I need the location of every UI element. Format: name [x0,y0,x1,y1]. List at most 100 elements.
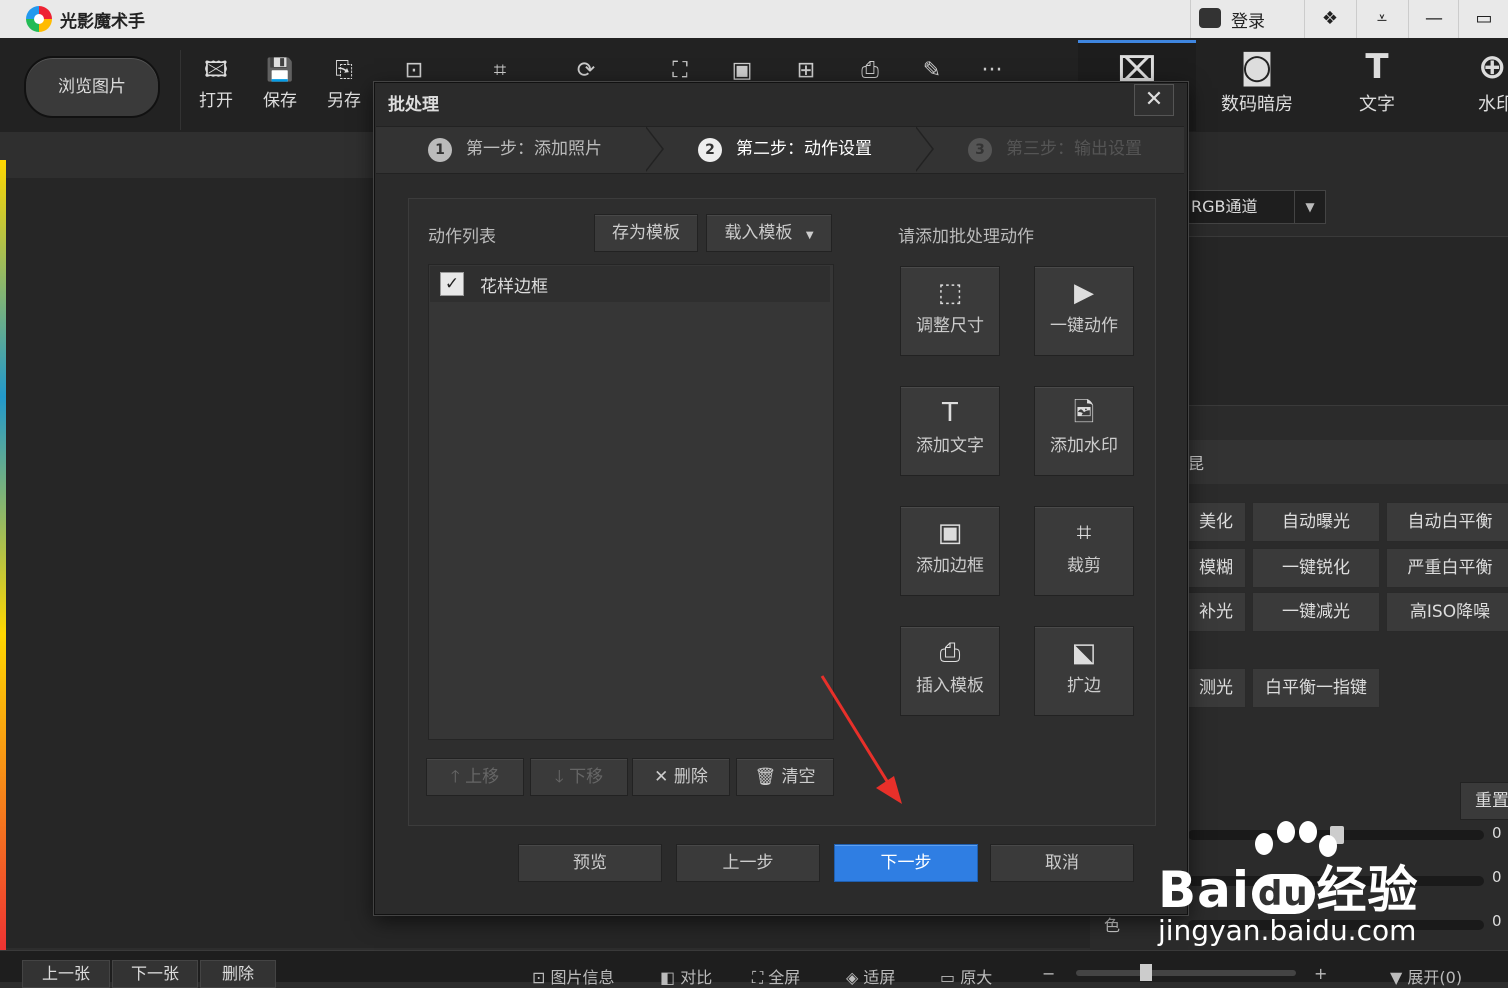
watermark-brand-bai: Bai [1158,861,1250,919]
histogram [1186,236,1508,406]
step-separator-chevron [915,126,934,172]
play-icon: ▶ [1074,278,1094,308]
close-icon[interactable]: ✕ [1134,84,1174,116]
channel-select[interactable]: RGB通道 ▼ [1186,190,1326,224]
step-2-number: 2 [698,138,722,162]
slider-value-3: 0 [1492,912,1502,930]
crop-action-button[interactable]: ⌗ 裁剪 [1034,506,1134,596]
one-click-action-label: 一键动作 [1050,316,1118,336]
sharpen-button[interactable]: 一键锐化 [1252,548,1380,588]
add-border-action-label: 添加边框 [916,556,984,576]
tab-watermark[interactable]: ⊕ 水印 [1438,40,1508,128]
strong-white-balance-button[interactable]: 严重白平衡 [1386,548,1508,588]
skin-icon[interactable]: ❖ [1304,0,1355,38]
move-down-label: 下移 [569,767,604,787]
save-as-button[interactable]: ⎘ 另存 [316,56,372,120]
text-icon: T [1365,47,1389,87]
action-list-label: 动作列表 [428,227,496,247]
step-2: 2 第二步：动作设置 [698,134,872,162]
tab-darkroom[interactable]: ◙ 数码暗房 [1198,40,1316,128]
fit-screen-label: 适屏 [863,968,896,987]
action-checkbox[interactable]: ✓ [440,272,464,296]
cancel-button[interactable]: 取消 [990,844,1134,882]
user-icon [1199,8,1221,28]
beautify-button[interactable]: 美化 [1186,502,1246,542]
login-label: 登录 [1231,12,1265,32]
step-3-label: 第三步：输出设置 [1006,139,1142,159]
desktop-edge [0,160,6,950]
delete-action-button[interactable]: ✕ 删除 [632,758,730,796]
watermark-brand-du: du [1252,873,1315,914]
section-header-text: 昆 [1188,454,1205,473]
expand-label: 展开(0) [1407,968,1463,987]
move-up-button[interactable]: 🡑 上移 [426,758,524,796]
image-info-button[interactable]: ⊡ 图片信息 [532,964,615,988]
delete-image-button[interactable]: 删除 [200,960,276,988]
resize-action-button[interactable]: ⬚ 调整尺寸 [900,266,1000,356]
save-button[interactable]: 💾 保存 [252,56,308,120]
crop-action-label: 裁剪 [1067,556,1101,576]
tab-watermark-label: 水印 [1478,94,1508,115]
browse-images-button[interactable]: 浏览图片 [24,56,160,118]
panel-section-header[interactable]: 昆 [1186,440,1508,484]
move-up-label: 上移 [465,767,500,787]
white-balance-picker-button[interactable]: 白平衡一指键 [1252,668,1380,708]
maximize-icon[interactable]: ▭ [1458,0,1508,38]
save-template-button[interactable]: 存为模板 [594,214,698,252]
next-image-button[interactable]: 下一张 [112,960,198,988]
add-border-action-button[interactable]: ▣ 添加边框 [900,506,1000,596]
open-label: 打开 [199,91,233,111]
watermark-brand: Bai du 经验 [1158,850,1419,922]
expand-edge-action-label: 扩边 [1067,676,1101,696]
save-icon: 💾 [266,58,294,83]
crop-icon: ⌗ [1076,518,1092,548]
zoom-slider[interactable] [1076,970,1296,976]
zoom-slider-handle[interactable] [1140,964,1152,981]
prev-step-button[interactable]: 上一步 [676,844,820,882]
resize-icon: ⬚ [937,278,963,308]
auto-white-balance-button[interactable]: 自动白平衡 [1386,502,1508,542]
add-watermark-action-button[interactable]: 🖻 添加水印 [1034,386,1134,476]
fill-light-button[interactable]: 补光 [1186,592,1246,632]
fullscreen-label: 全屏 [768,968,801,987]
resize-action-label: 调整尺寸 [916,316,984,336]
original-size-label: 原大 [960,968,993,987]
watermark-url: jingyan.baidu.com [1158,914,1417,947]
image-info-label: 图片信息 [550,968,615,987]
expand-edge-action-button[interactable]: ⬕ 扩边 [1034,626,1134,716]
prev-image-button[interactable]: 上一张 [22,960,110,988]
title-bar: 光影魔术手 登录 ❖ ⩡ — ▭ [0,0,1508,39]
next-step-button[interactable]: 下一步 [834,844,978,882]
stamp-icon: ⎙ [939,638,961,668]
channel-value: RGB通道 [1191,197,1258,216]
zoom-out-button[interactable]: − [1042,964,1055,983]
auto-exposure-button[interactable]: 自动曝光 [1252,502,1380,542]
add-text-action-label: 添加文字 [916,436,984,456]
original-size-button[interactable]: ▭ 原大 [940,964,992,988]
minimize-icon[interactable]: — [1408,0,1459,38]
metering-button[interactable]: 测光 [1186,668,1246,708]
open-button[interactable]: 🖾 打开 [188,56,244,120]
one-click-action-button[interactable]: ▶ 一键动作 [1034,266,1134,356]
fit-screen-button[interactable]: ◈ 适屏 [846,964,895,988]
menu-dropdown-icon[interactable]: ⩡ [1356,0,1407,38]
blur-button[interactable]: 模糊 [1186,548,1246,588]
dialog-title: 批处理 [388,95,439,115]
reset-button[interactable]: 重置 [1460,782,1508,820]
add-watermark-action-label: 添加水印 [1050,436,1118,456]
zoom-in-button[interactable]: + [1314,964,1327,983]
high-iso-denoise-button[interactable]: 高ISO降噪 [1386,592,1508,632]
fullscreen-button[interactable]: ⛶ 全屏 [752,964,800,988]
load-template-label: 载入模板 [724,223,793,243]
load-template-button[interactable]: 载入模板 ▼ [706,214,832,252]
watermark-image-icon: 🖻 [1073,398,1095,428]
preview-button[interactable]: 预览 [518,844,662,882]
tab-text[interactable]: T 文字 [1318,40,1436,128]
add-text-action-button[interactable]: T 添加文字 [900,386,1000,476]
compare-button[interactable]: ◧ 对比 [660,964,712,988]
move-down-button[interactable]: 🡓 下移 [530,758,628,796]
login-button[interactable]: 登录 [1190,0,1305,38]
reduce-light-button[interactable]: 一键减光 [1252,592,1380,632]
expand-button[interactable]: ▼ 展开(0) [1390,964,1462,988]
action-list[interactable] [428,264,834,740]
